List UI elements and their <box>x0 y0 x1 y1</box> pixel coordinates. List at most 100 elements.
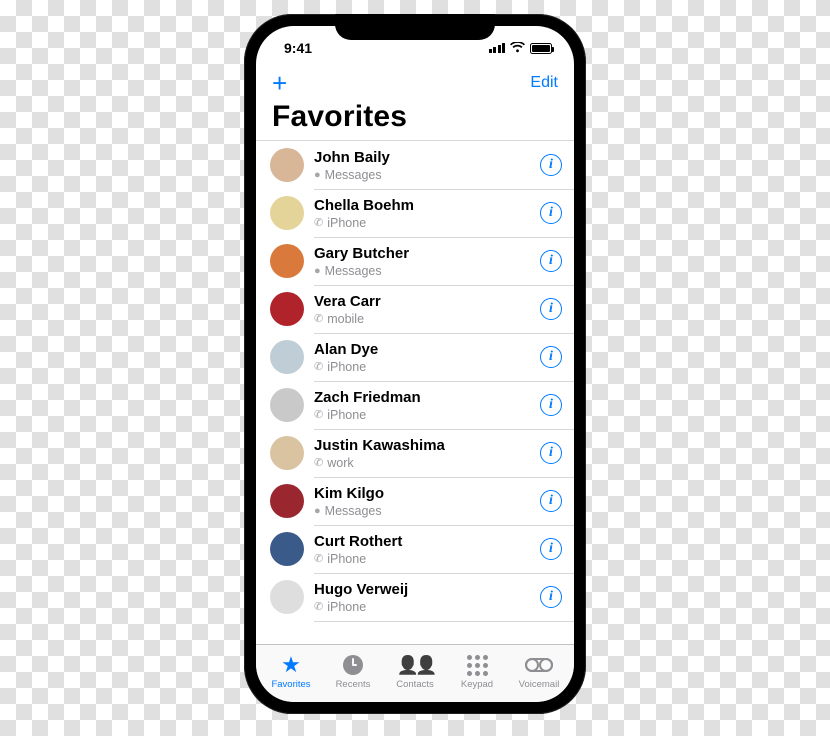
favorites-list[interactable]: John Baily●MessagesiChella Boehm✆iPhonei… <box>256 140 574 644</box>
phone-handset-icon: ✆ <box>314 456 323 469</box>
avatar <box>270 436 304 470</box>
avatar <box>270 196 304 230</box>
tab-favorites[interactable]: ★Favorites <box>260 653 322 690</box>
message-bubble-icon: ● <box>314 265 321 277</box>
avatar <box>270 532 304 566</box>
favorite-row[interactable]: Justin Kawashima✆work i <box>256 429 574 477</box>
favorite-row[interactable]: Alan Dye✆iPhonei <box>256 333 574 381</box>
contact-name: Justin Kawashima <box>314 437 532 455</box>
contact-name: Vera Carr <box>314 293 532 311</box>
favorite-row[interactable]: John Baily ● Messages i <box>256 141 574 189</box>
favorite-row[interactable]: Hugo Verweij✆iPhone i <box>256 573 574 621</box>
contact-subtitle: ✆ iPhone <box>314 552 532 566</box>
contact-subtitle: ● Messages <box>314 168 532 182</box>
row-text: Kim Kilgo ● Messages <box>314 485 532 518</box>
contact-subtitle-label: iPhone <box>327 216 366 230</box>
info-button[interactable]: i <box>540 490 562 512</box>
tab-label: Keypad <box>461 679 493 690</box>
contact-name: Gary Butcher <box>314 245 532 263</box>
info-button[interactable]: i <box>540 442 562 464</box>
contact-subtitle-label: iPhone <box>327 360 366 374</box>
avatar <box>270 148 304 182</box>
contact-subtitle: ✆iPhone <box>314 408 532 422</box>
row-text: John Baily ● Messages <box>314 149 532 182</box>
contact-subtitle-label: iPhone <box>327 552 366 566</box>
tab-bar: ★Favorites Recents 👤👤 Contacts Keypad Voicema… <box>256 644 574 702</box>
contact-subtitle: ● Messages <box>314 504 532 518</box>
info-button[interactable]: i <box>540 346 562 368</box>
message-bubble-icon: ● <box>314 169 321 181</box>
contact-subtitle: ✆ mobile <box>314 312 532 326</box>
voicemail-icon <box>525 653 553 677</box>
screen: 9:41 + Edit Favorites John Baily ● Message… <box>256 26 574 702</box>
contact-name: Hugo Verweij <box>314 581 532 599</box>
contact-name: Chella Boehm <box>314 197 532 215</box>
row-text: Curt Rothert✆ iPhone <box>314 533 532 566</box>
tab-voicemail[interactable]: Voicemail <box>508 653 570 690</box>
row-text: Alan Dye✆iPhone <box>314 341 532 374</box>
phone-handset-icon: ✆ <box>314 408 323 421</box>
phone-handset-icon: ✆ <box>314 312 323 325</box>
tab-contacts[interactable]: 👤👤 Contacts <box>384 653 446 690</box>
info-button[interactable]: i <box>540 154 562 176</box>
person-silhouette-icon: 👤👤 <box>397 653 434 677</box>
avatar <box>270 292 304 326</box>
nav-bar: + Edit <box>256 68 574 100</box>
avatar <box>270 388 304 422</box>
contact-subtitle-label: Messages <box>325 264 382 278</box>
favorite-row[interactable]: Zach Friedman✆iPhone i <box>256 381 574 429</box>
row-text: Justin Kawashima✆work <box>314 437 532 470</box>
favorite-row[interactable]: Curt Rothert✆ iPhone i <box>256 525 574 573</box>
contact-subtitle-label: iPhone <box>327 600 366 614</box>
contact-subtitle-label: Messages <box>325 168 382 182</box>
info-button[interactable]: i <box>540 250 562 272</box>
row-text: Zach Friedman✆iPhone <box>314 389 532 422</box>
tab-label: Voicemail <box>519 679 560 690</box>
message-bubble-icon: ● <box>314 505 321 517</box>
contact-name: John Baily <box>314 149 532 167</box>
tab-recents[interactable]: Recents <box>322 653 384 690</box>
favorite-row[interactable]: Vera Carr✆ mobile i <box>256 285 574 333</box>
contact-name: Zach Friedman <box>314 389 532 407</box>
favorite-row[interactable]: Kim Kilgo ● Messages i <box>256 477 574 525</box>
contact-name: Curt Rothert <box>314 533 532 551</box>
cellular-signal-icon <box>489 43 506 53</box>
info-button[interactable]: i <box>540 394 562 416</box>
info-button[interactable]: i <box>540 538 562 560</box>
page-title: Favorites <box>256 100 574 140</box>
tab-label: Contacts <box>396 679 434 690</box>
contact-subtitle-label: mobile <box>327 312 364 326</box>
star-icon: ★ <box>281 653 301 677</box>
avatar <box>270 484 304 518</box>
contact-subtitle: ● Messages <box>314 264 532 278</box>
edit-button[interactable]: Edit <box>530 74 558 92</box>
contact-name: Kim Kilgo <box>314 485 532 503</box>
contact-subtitle: ✆ iPhone <box>314 216 532 230</box>
info-button[interactable]: i <box>540 202 562 224</box>
add-button[interactable]: + <box>272 70 287 96</box>
phone-handset-icon: ✆ <box>314 552 323 565</box>
info-button[interactable]: i <box>540 298 562 320</box>
avatar <box>270 580 304 614</box>
row-text: Hugo Verweij✆iPhone <box>314 581 532 614</box>
wifi-icon <box>510 42 525 55</box>
status-time: 9:41 <box>284 40 312 56</box>
row-text: Vera Carr✆ mobile <box>314 293 532 326</box>
info-button[interactable]: i <box>540 586 562 608</box>
contact-subtitle: ✆ iPhone <box>314 360 532 374</box>
phone-handset-icon: ✆ <box>314 360 323 373</box>
avatar <box>270 244 304 278</box>
contact-subtitle: ✆iPhone <box>314 600 532 614</box>
device-frame: 9:41 + Edit Favorites John Baily ● Message… <box>244 14 586 714</box>
phone-handset-icon: ✆ <box>314 216 323 229</box>
row-text: Chella Boehm✆ iPhone <box>314 197 532 230</box>
favorite-row[interactable]: Gary Butcher ● Messages i <box>256 237 574 285</box>
favorite-row[interactable]: Chella Boehm✆ iPhone i <box>256 189 574 237</box>
contact-subtitle-label: Messages <box>325 504 382 518</box>
clock-icon <box>343 653 363 677</box>
keypad-grid-icon <box>467 653 488 677</box>
notch <box>335 14 495 40</box>
row-text: Gary Butcher ● Messages <box>314 245 532 278</box>
tab-keypad[interactable]: Keypad <box>446 653 508 690</box>
tab-label: Recents <box>336 679 371 690</box>
